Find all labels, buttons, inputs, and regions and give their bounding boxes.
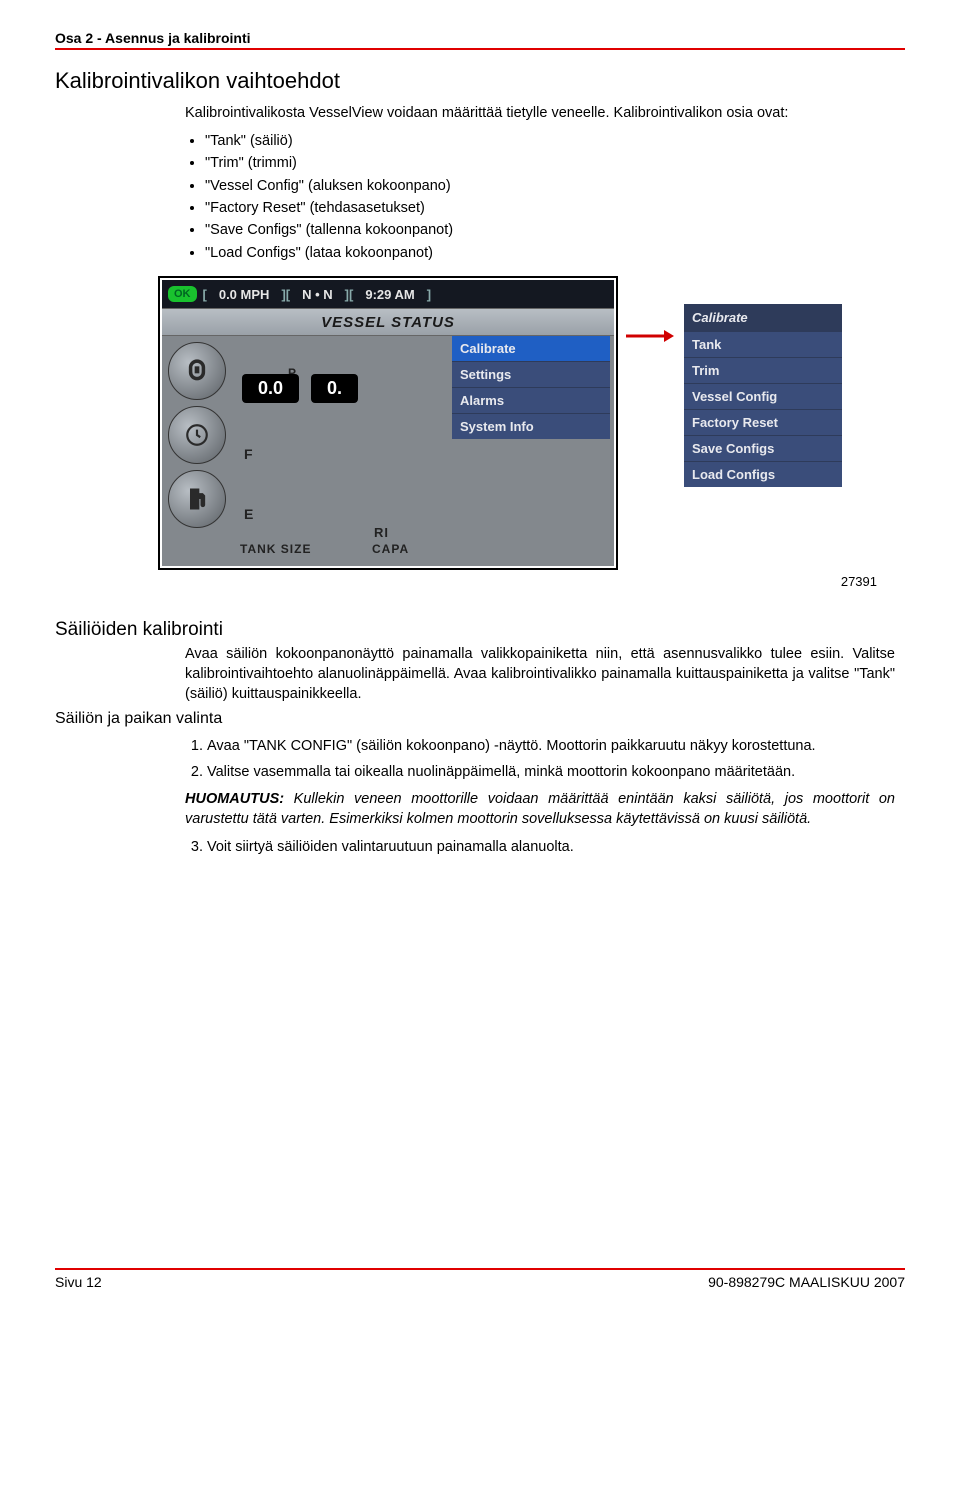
- submenu-item-save-configs[interactable]: Save Configs: [684, 435, 842, 461]
- vessel-status-label: VESSEL STATUS: [162, 308, 614, 336]
- readout-value: 0.0: [242, 374, 299, 403]
- calibrate-submenu: Calibrate Tank Trim Vessel Config Factor…: [684, 304, 842, 487]
- gauge-icon: [168, 406, 226, 464]
- e-label: E: [244, 506, 253, 522]
- device-screen: OK [ 0.0 MPH ][ N • N ][ 9:29 AM ] VESSE…: [158, 276, 618, 570]
- page-title: Kalibrointivalikon vaihtoehdot: [55, 68, 905, 94]
- bullet-item: "Save Configs" (tallenna kokoonpanot): [205, 219, 895, 241]
- numbered-list: Voit siirtyä säiliöiden valintaruutuun p…: [185, 837, 895, 857]
- doc-footer: Sivu 12 90-898279C MAALISKUU 2007: [55, 1268, 905, 1290]
- section-heading: Säiliöiden kalibrointi: [55, 619, 905, 641]
- capa-label: CAPA: [372, 542, 409, 556]
- menu-item-calibrate[interactable]: Calibrate: [452, 336, 610, 361]
- device-main-area: P 0.0 0. F E RI TANK SIZE CAPA Setup Cal…: [162, 336, 614, 566]
- footer-doc-id: 90-898279C MAALISKUU 2007: [708, 1274, 905, 1290]
- bullet-item: "Factory Reset" (tehdasasetukset): [205, 197, 895, 219]
- submenu-item-vessel-config[interactable]: Vessel Config: [684, 383, 842, 409]
- menu-item-alarms[interactable]: Alarms: [452, 387, 610, 413]
- ok-badge: OK: [168, 286, 197, 302]
- note-label: HUOMAUTUS:: [185, 791, 284, 807]
- speed-value: 0.0: [219, 287, 237, 302]
- numbered-list: Avaa "TANK CONFIG" (säiliön kokoonpano) …: [185, 736, 895, 783]
- tank-size-label: TANK SIZE: [240, 542, 311, 556]
- gauge-icon: [168, 342, 226, 400]
- intro-text: Kalibrointivalikosta VesselView voidaan …: [185, 104, 895, 124]
- f-label: F: [244, 446, 253, 462]
- submenu-item-load-configs[interactable]: Load Configs: [684, 461, 842, 487]
- submenu-item-trim[interactable]: Trim: [684, 357, 842, 383]
- calibrate-submenu-title: Calibrate: [684, 304, 842, 331]
- bullet-item: "Trim" (trimmi): [205, 152, 895, 174]
- compass-value: N • N: [302, 287, 333, 302]
- note-body: Kullekin veneen moottorille voidaan määr…: [185, 791, 895, 827]
- setup-menu: Setup Calibrate Settings Alarms System I…: [452, 336, 610, 439]
- submenu-item-tank[interactable]: Tank: [684, 331, 842, 357]
- menu-item-settings[interactable]: Settings: [452, 361, 610, 387]
- list-item: Voit siirtyä säiliöiden valintaruutuun p…: [207, 837, 895, 857]
- figure-caption: 27391: [55, 574, 877, 589]
- section-body-text: Avaa säiliön kokoonpanonäyttö painamalla…: [185, 645, 895, 704]
- menu-item-system-info[interactable]: System Info: [452, 413, 610, 439]
- bullet-item: "Tank" (säiliö): [205, 130, 895, 152]
- arrow-icon: [626, 328, 674, 344]
- bullet-list: "Tank" (säiliö) "Trim" (trimmi) "Vessel …: [185, 130, 895, 265]
- speed-unit: MPH: [241, 287, 270, 302]
- bullet-item: "Load Configs" (lataa kokoonpanot): [205, 242, 895, 264]
- bullet-item: "Vessel Config" (aluksen kokoonpano): [205, 175, 895, 197]
- note-text: HUOMAUTUS: Kullekin veneen moottorille v…: [185, 789, 895, 830]
- clock-value: 9:29 AM: [365, 287, 414, 302]
- footer-page-number: Sivu 12: [55, 1274, 102, 1290]
- list-item: Avaa "TANK CONFIG" (säiliön kokoonpano) …: [207, 736, 895, 756]
- fuel-icon: [168, 470, 226, 528]
- rl-label: RI: [374, 525, 389, 540]
- submenu-item-factory-reset[interactable]: Factory Reset: [684, 409, 842, 435]
- device-figure: OK [ 0.0 MPH ][ N • N ][ 9:29 AM ] VESSE…: [95, 276, 905, 570]
- doc-section-header: Osa 2 - Asennus ja kalibrointi: [55, 30, 905, 50]
- subsection-heading: Säiliön ja paikan valinta: [55, 710, 905, 728]
- readout-value: 0.: [311, 374, 358, 403]
- device-status-bar: OK [ 0.0 MPH ][ N • N ][ 9:29 AM ]: [162, 280, 614, 308]
- list-item: Valitse vasemmalla tai oikealla nuolinäp…: [207, 762, 895, 782]
